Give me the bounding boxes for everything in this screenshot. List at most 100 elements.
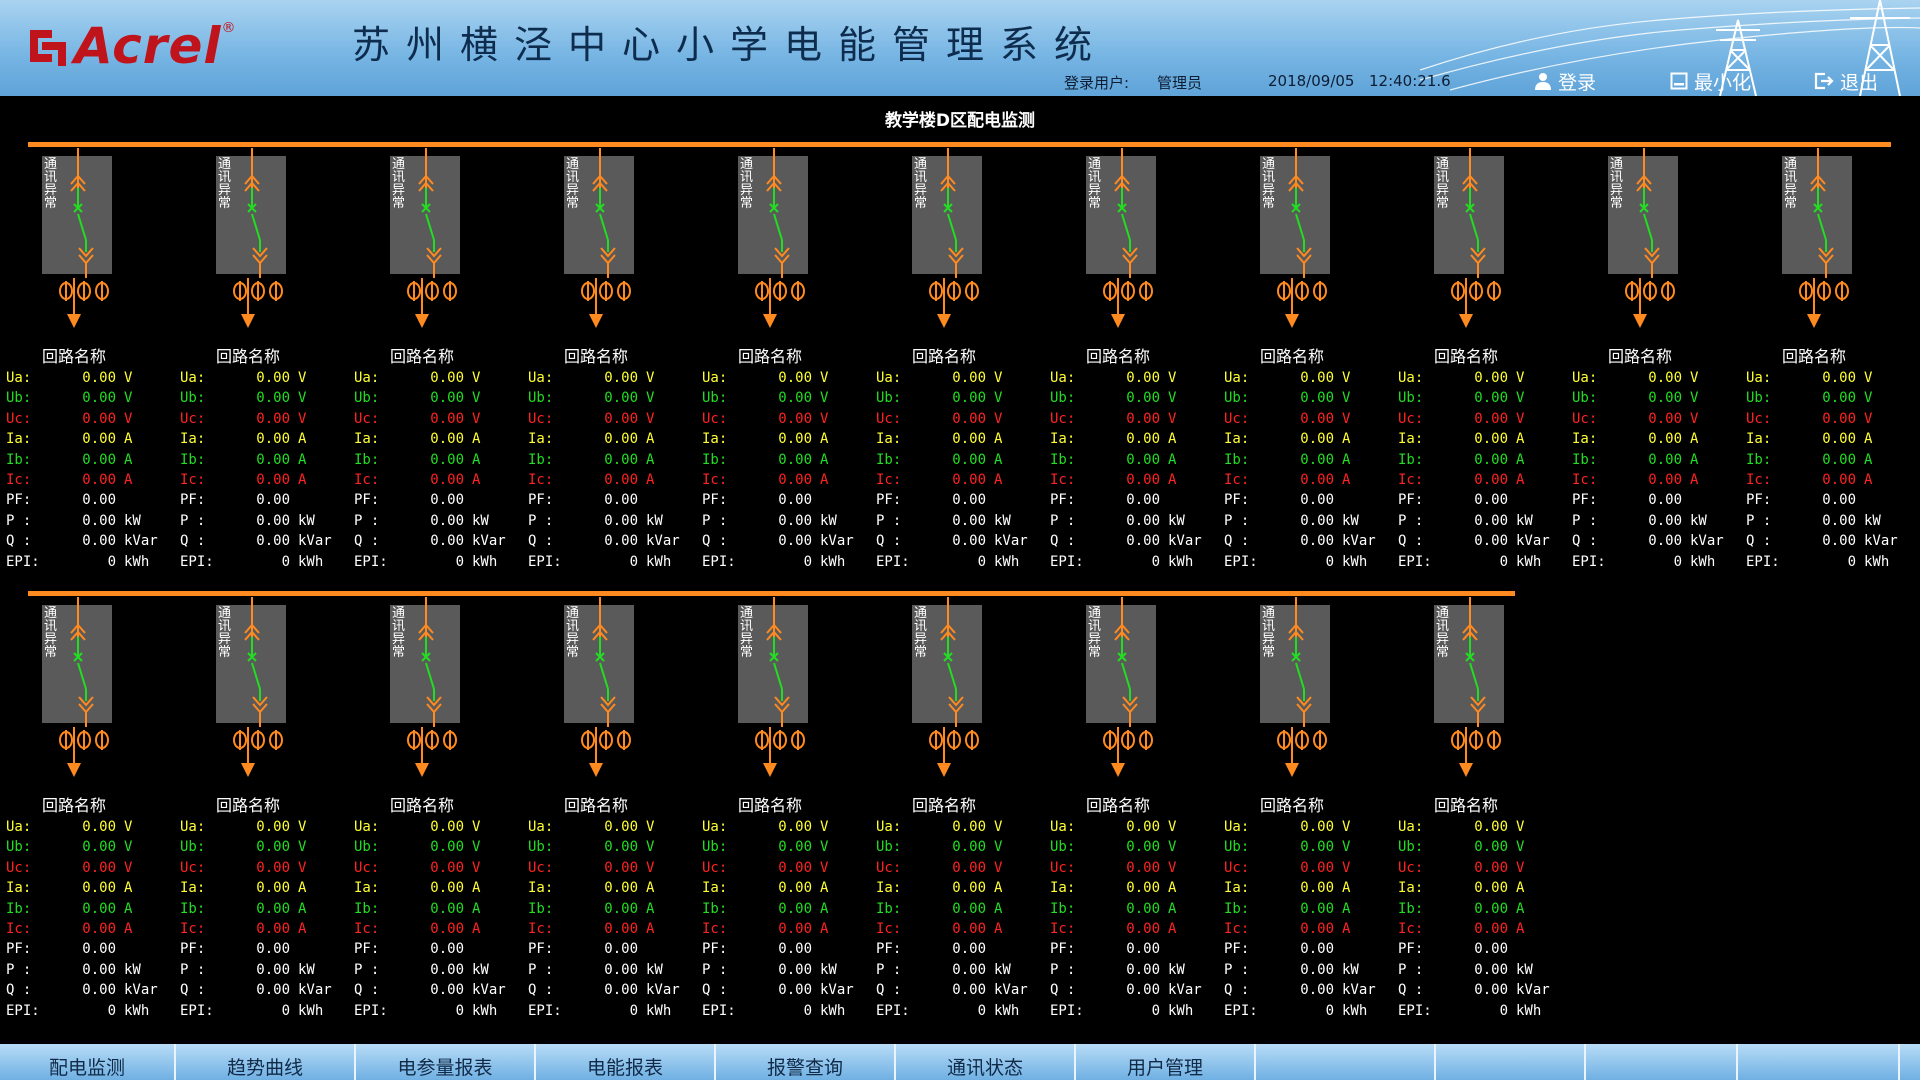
measure-unit: kWh (1168, 1002, 1194, 1019)
measure-unit: V (646, 859, 655, 876)
measure-value: 0.00 (1126, 839, 1160, 856)
measure-value: 0.00 (778, 880, 812, 897)
measure-unit: A (1690, 472, 1699, 488)
feeder-circuit[interactable]: 通讯异常 回路名称 Ua: 0.00 V Ub: 0.00 V Uc: 0.00 V Ia: 0.0… (1566, 148, 1740, 618)
measure-unit: A (994, 472, 1003, 488)
feeder-circuit[interactable]: 通讯异常 回路名称 Ua: 0.00 V Ub: 0.00 V Uc: 0.00 V Ia: 0.0… (696, 597, 870, 1067)
nav-item[interactable]: 电参量报表 (356, 1044, 536, 1080)
measure-row: Ua: 0.00 V (1224, 819, 1392, 839)
feeder-circuit[interactable]: 通讯异常 回路名称 Ua: 0.00 V Ub: 0.00 V Uc: 0.00 V Ia: 0.0… (0, 148, 174, 618)
measure-unit: A (820, 431, 829, 448)
measure-value: 0 (1673, 553, 1682, 570)
measure-value: 0.00 (82, 839, 116, 856)
feeder-circuit[interactable]: 通讯异常 回路名称 Ua: 0.00 V Ub: 0.00 V Uc: 0.00 V Ia: 0.0… (870, 148, 1044, 618)
measure-value: 0.00 (430, 512, 464, 529)
feeder-circuit[interactable]: 通讯异常 回路名称 Ua: 0.00 V Ub: 0.00 V Uc: 0.00 V Ia: 0.0… (174, 597, 348, 1067)
single-line-diagram (738, 597, 808, 777)
feeder-circuit[interactable]: 通讯异常 回路名称 Ua: 0.00 V Ub: 0.00 V Uc: 0.00 V Ia: 0.0… (1392, 597, 1566, 1067)
measure-value: 0.00 (604, 472, 638, 488)
measure-value: 0.00 (1474, 839, 1508, 856)
measure-unit: kW (994, 512, 1011, 529)
measure-unit: A (1168, 880, 1177, 897)
nav-item[interactable] (1436, 1044, 1586, 1080)
nav-item[interactable]: 趋势曲线 (176, 1044, 356, 1080)
measure-value: 0.00 (1474, 431, 1508, 448)
measure-unit: kVar (1168, 982, 1202, 999)
circuit-name: 回路名称 (738, 347, 803, 366)
measure-value: 0.00 (952, 492, 986, 509)
nav-item[interactable]: 用户管理 (1076, 1044, 1256, 1080)
measure-row: EPI: 0 kWh (1572, 554, 1740, 574)
measure-row: Ua: 0.00 V (6, 819, 174, 839)
single-line-diagram (42, 148, 112, 328)
measure-value: 0.00 (778, 941, 812, 958)
nav-item[interactable]: 报警查询 (716, 1044, 896, 1080)
measure-unit: A (298, 921, 307, 937)
current-date: 2018/09/05 (1268, 72, 1355, 90)
measure-row: Uc: 0.00 V (702, 411, 870, 431)
feeder-circuit[interactable]: 通讯异常 回路名称 Ua: 0.00 V Ub: 0.00 V Uc: 0.00 V Ia: 0.0… (522, 597, 696, 1067)
feeder-circuit[interactable]: 通讯异常 回路名称 Ua: 0.00 V Ub: 0.00 V Uc: 0.00 V Ia: 0.0… (1218, 148, 1392, 618)
nav-item[interactable]: 电能报表 (536, 1044, 716, 1080)
feeder-circuit[interactable]: 通讯异常 回路名称 Ua: 0.00 V Ub: 0.00 V Uc: 0.00 V Ia: 0.0… (1044, 597, 1218, 1067)
measure-value: 0.00 (1126, 961, 1160, 978)
measure-value: 0 (629, 1002, 638, 1019)
measure-value: 0.00 (1126, 472, 1160, 488)
circuit-name: 回路名称 (1086, 796, 1151, 815)
measure-row: EPI: 0 kWh (876, 554, 1044, 574)
minimize-button[interactable]: 最小化 (1670, 68, 1751, 94)
feeder-circuit[interactable]: 通讯异常 回路名称 Ua: 0.00 V Ub: 0.00 V Uc: 0.00 V Ia: 0.0… (348, 148, 522, 618)
measure-value: 0.00 (604, 492, 638, 509)
nav-item[interactable]: 配电监测 (0, 1044, 176, 1080)
measure-row: EPI: 0 kWh (1224, 1003, 1392, 1023)
feeder-circuit[interactable]: 通讯异常 回路名称 Ua: 0.00 V Ub: 0.00 V Uc: 0.00 V Ia: 0.0… (1392, 148, 1566, 618)
feeder-circuit[interactable]: 通讯异常 回路名称 Ua: 0.00 V Ub: 0.00 V Uc: 0.00 V Ia: 0.0… (1740, 148, 1914, 618)
measure-row: PF: 0.00 (702, 941, 870, 961)
measure-unit: kW (1342, 512, 1359, 529)
measure-row: Ub: 0.00 V (180, 390, 348, 410)
measure-unit: A (1690, 451, 1699, 468)
measure-row: P :0.00 kW (1746, 513, 1914, 533)
nav-item[interactable] (1586, 1044, 1738, 1080)
measure-row: EPI: 0 kWh (528, 554, 696, 574)
feeder-circuit[interactable]: 通讯异常 回路名称 Ua: 0.00 V Ub: 0.00 V Uc: 0.00 V Ia: 0.0… (870, 597, 1044, 1067)
measure-unit: kW (1168, 512, 1185, 529)
nav-item[interactable] (1256, 1044, 1436, 1080)
measure-unit: V (1516, 410, 1525, 427)
feeder-circuit[interactable]: 通讯异常 回路名称 Ua: 0.00 V Ub: 0.00 V Uc: 0.00 V Ia: 0.0… (1218, 597, 1392, 1067)
measure-value: 0.00 (1648, 410, 1682, 427)
feeder-circuit[interactable]: 通讯异常 回路名称 Ua: 0.00 V Ub: 0.00 V Uc: 0.00 V Ia: 0.0… (0, 597, 174, 1067)
circuit-name: 回路名称 (564, 347, 629, 366)
measure-value: 0.00 (1300, 921, 1334, 937)
measure-value: 0 (977, 1002, 986, 1019)
measure-row: Q :0.00 kVar (6, 982, 174, 1002)
feeder-circuit[interactable]: 通讯异常 回路名称 Ua: 0.00 V Ub: 0.00 V Uc: 0.00 V Ia: 0.0… (696, 148, 870, 618)
measure-row: PF: 0.00 (354, 941, 522, 961)
measure-row: Uc: 0.00 V (6, 411, 174, 431)
feeder-circuit[interactable]: 通讯异常 回路名称 Ua: 0.00 V Ub: 0.00 V Uc: 0.00 V Ia: 0.0… (348, 597, 522, 1067)
measure-row: Ic: 0.00 A (876, 472, 1044, 492)
measure-unit: kWh (1168, 553, 1194, 570)
feeder-circuit[interactable]: 通讯异常 回路名称 Ua: 0.00 V Ub: 0.00 V Uc: 0.00 V Ia: 0.0… (174, 148, 348, 618)
measure-row: Ic: 0.00 A (702, 472, 870, 492)
measure-unit: A (1690, 431, 1699, 448)
measure-value: 0.00 (1474, 390, 1508, 407)
measure-unit: V (1168, 839, 1177, 856)
login-button[interactable]: 登录 (1534, 68, 1596, 94)
feeder-circuit[interactable]: 通讯异常 回路名称 Ua: 0.00 V Ub: 0.00 V Uc: 0.00 V Ia: 0.0… (1044, 148, 1218, 618)
measure-value: 0.00 (1822, 492, 1856, 509)
measure-row: Ia: 0.00 A (528, 431, 696, 451)
measure-row: Ic: 0.00 A (180, 472, 348, 492)
nav-item[interactable]: 通讯状态 (896, 1044, 1076, 1080)
measure-unit: A (646, 431, 655, 448)
measure-value: 0.00 (778, 859, 812, 876)
single-line-diagram (564, 148, 634, 328)
comm-status-label: 通讯异常 (1088, 606, 1102, 660)
measure-row: EPI: 0 kWh (1224, 554, 1392, 574)
feeder-circuit[interactable]: 通讯异常 回路名称 Ua: 0.00 V Ub: 0.00 V Uc: 0.00 V Ia: 0.0… (522, 148, 696, 618)
exit-button[interactable]: 退出 (1814, 68, 1878, 94)
measure-row: Q :0.00 kVar (528, 533, 696, 553)
measure-unit: A (1864, 451, 1873, 468)
single-line-diagram (564, 597, 634, 777)
nav-item[interactable] (1738, 1044, 1900, 1080)
